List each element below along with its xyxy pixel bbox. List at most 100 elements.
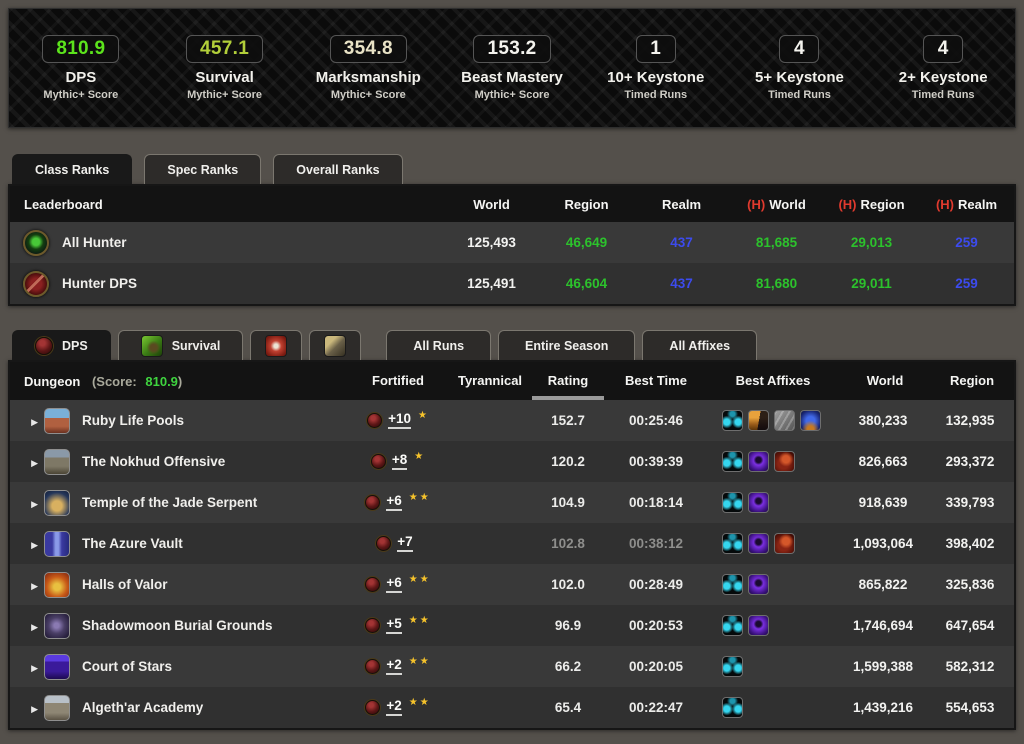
best-affixes [706,492,840,513]
key-level: +10 [388,412,411,429]
dungeon-row-azure-vault[interactable]: ▶ The Azure Vault +7 102.8 00:38:12 1,09… [10,523,1014,564]
col-tyrannical[interactable]: Tyrannical [450,362,530,400]
dungeon-name[interactable]: Algeth'ar Academy [76,700,346,715]
leaderboard-table: Leaderboard World Region Realm (H)World … [8,184,1016,306]
tab-all-affixes[interactable]: All Affixes [642,330,757,360]
expand-caret-icon[interactable]: ▶ [31,581,38,591]
expand-caret-icon[interactable]: ▶ [31,499,38,509]
world-rank: 1,746,694 [840,618,930,633]
affix-void-icon [748,574,769,595]
dungeon-name[interactable]: The Azure Vault [76,536,346,551]
dungeon-name[interactable]: Shadowmoon Burial Grounds [76,618,346,633]
expand-caret-icon[interactable]: ▶ [31,704,38,714]
dungeon-name[interactable]: Ruby Life Pools [76,413,346,428]
tab-spec-ranks[interactable]: Spec Ranks [144,154,261,184]
hunter-dps-spec-icon [23,271,49,297]
best-time-value: 00:22:47 [606,700,706,715]
best-time-value: 00:20:53 [606,618,706,633]
tab-marksmanship[interactable] [250,330,302,360]
col-best-time[interactable]: Best Time [606,362,706,400]
stat-sublabel: Timed Runs [768,89,831,101]
keystone-run-link[interactable]: +7 [346,535,450,552]
region-rank: 293,372 [930,454,1014,469]
stat-label: 2+ Keystone [899,69,988,86]
stat-value-box: 4 [923,35,963,63]
stat-dps-score: 810.9 DPS Mythic+ Score [9,35,153,101]
tab-all-runs[interactable]: All Runs [386,330,491,360]
col-rating[interactable]: Rating [530,362,606,400]
timed-stars: ★★ [409,615,431,626]
affix-blood-icon [774,451,795,472]
region-rank: 339,793 [930,495,1014,510]
dungeon-name[interactable]: The Nokhud Offensive [76,454,346,469]
timed-stars: ★★ [409,656,431,667]
expand-caret-icon[interactable]: ▶ [31,540,38,550]
dungeon-row-temple-jade-serpent[interactable]: ▶ Temple of the Jade Serpent +6 ★★ 104.9… [10,482,1014,523]
keystone-run-link[interactable]: +2 ★★ [346,699,450,716]
best-time-value: 00:18:14 [606,495,706,510]
stat-keystone-2: 4 2+ Keystone Timed Runs [871,35,1015,101]
expand-caret-icon[interactable]: ▶ [31,663,38,673]
tab-overall-ranks[interactable]: Overall Ranks [273,154,402,184]
best-time-value: 00:20:05 [606,659,706,674]
col-fortified[interactable]: Fortified [346,362,450,400]
keystone-run-link[interactable]: +2 ★★ [346,658,450,675]
stat-survival-score: 457.1 Survival Mythic+ Score [153,35,297,101]
dungeon-row-ruby-life-pools[interactable]: ▶ Ruby Life Pools +10 ★ 152.7 00:25:46 3… [10,400,1014,441]
tab-entire-season[interactable]: Entire Season [498,330,635,360]
stat-value-box: 4 [779,35,819,63]
leaderboard-row-hunter-dps[interactable]: Hunter DPS 125,491 46,604 437 81,680 29,… [10,263,1014,304]
timed-stars: ★★ [409,697,431,708]
rating-value: 102.8 [530,536,606,551]
leaderboard-row-all-hunter[interactable]: All Hunter 125,493 46,649 437 81,685 29,… [10,222,1014,263]
affix-void-icon [748,615,769,636]
horde-world-rank: 81,685 [729,235,824,250]
col-region[interactable]: Region [930,362,1014,400]
world-rank: 826,663 [840,454,930,469]
dungeon-row-halls-of-valor[interactable]: ▶ Halls of Valor +6 ★★ 102.0 00:28:49 86… [10,564,1014,605]
tab-class-ranks[interactable]: Class Ranks [12,154,132,184]
dungeon-icon [44,408,70,434]
rating-value: 120.2 [530,454,606,469]
page: 810.9 DPS Mythic+ Score 457.1 Survival M… [0,0,1024,738]
stat-value-box: 354.8 [330,35,407,63]
dungeon-name[interactable]: Temple of the Jade Serpent [76,495,346,510]
keystone-run-link[interactable]: +6 ★★ [346,576,450,593]
keystone-run-link[interactable]: +5 ★★ [346,617,450,634]
stat-value: 354.8 [344,38,393,59]
dungeon-name[interactable]: Court of Stars [76,659,346,674]
tab-dps[interactable]: DPS [12,330,111,360]
dungeon-row-shadowmoon-burial-grounds[interactable]: ▶ Shadowmoon Burial Grounds +5 ★★ 96.9 0… [10,605,1014,646]
stat-value: 810.9 [56,38,105,59]
col-horde-region: (H)Region [824,197,919,212]
dungeon-row-nokhud-offensive[interactable]: ▶ The Nokhud Offensive +8 ★ 120.2 00:39:… [10,441,1014,482]
dungeon-row-court-of-stars[interactable]: ▶ Court of Stars +2 ★★ 66.2 00:20:05 1,5… [10,646,1014,687]
dungeon-name[interactable]: Halls of Valor [76,577,346,592]
keystone-run-link[interactable]: +10 ★ [346,412,450,429]
best-affixes [706,615,840,636]
region-rank: 398,402 [930,536,1014,551]
dungeon-table: Dungeon (Score: 810.9) Fortified Tyranni… [8,360,1016,730]
stat-value-box: 810.9 [42,35,119,63]
region-rank: 132,935 [930,413,1014,428]
stat-value: 4 [794,38,805,59]
stat-value: 1 [650,38,661,59]
dungeon-row-algethar-academy[interactable]: ▶ Algeth'ar Academy +2 ★★ 65.4 00:22:47 … [10,687,1014,728]
key-level: +5 [386,617,401,634]
key-level: +2 [386,699,401,716]
dungeon-icon [44,449,70,475]
keystone-run-link[interactable]: +8 ★ [346,453,450,470]
tab-survival[interactable]: Survival [118,330,244,360]
leaderboard-header-row: Leaderboard World Region Realm (H)World … [10,186,1014,222]
col-world: World [444,197,539,212]
tab-beast-mastery[interactable] [309,330,361,360]
expand-caret-icon[interactable]: ▶ [31,622,38,632]
dps-spec-icon [365,700,380,715]
expand-caret-icon[interactable]: ▶ [31,417,38,427]
dungeon-icon [44,695,70,721]
expand-caret-icon[interactable]: ▶ [31,458,38,468]
rating-value: 65.4 [530,700,606,715]
col-world[interactable]: World [840,362,930,400]
keystone-run-link[interactable]: +6 ★★ [346,494,450,511]
region-rank: 46,649 [539,235,634,250]
